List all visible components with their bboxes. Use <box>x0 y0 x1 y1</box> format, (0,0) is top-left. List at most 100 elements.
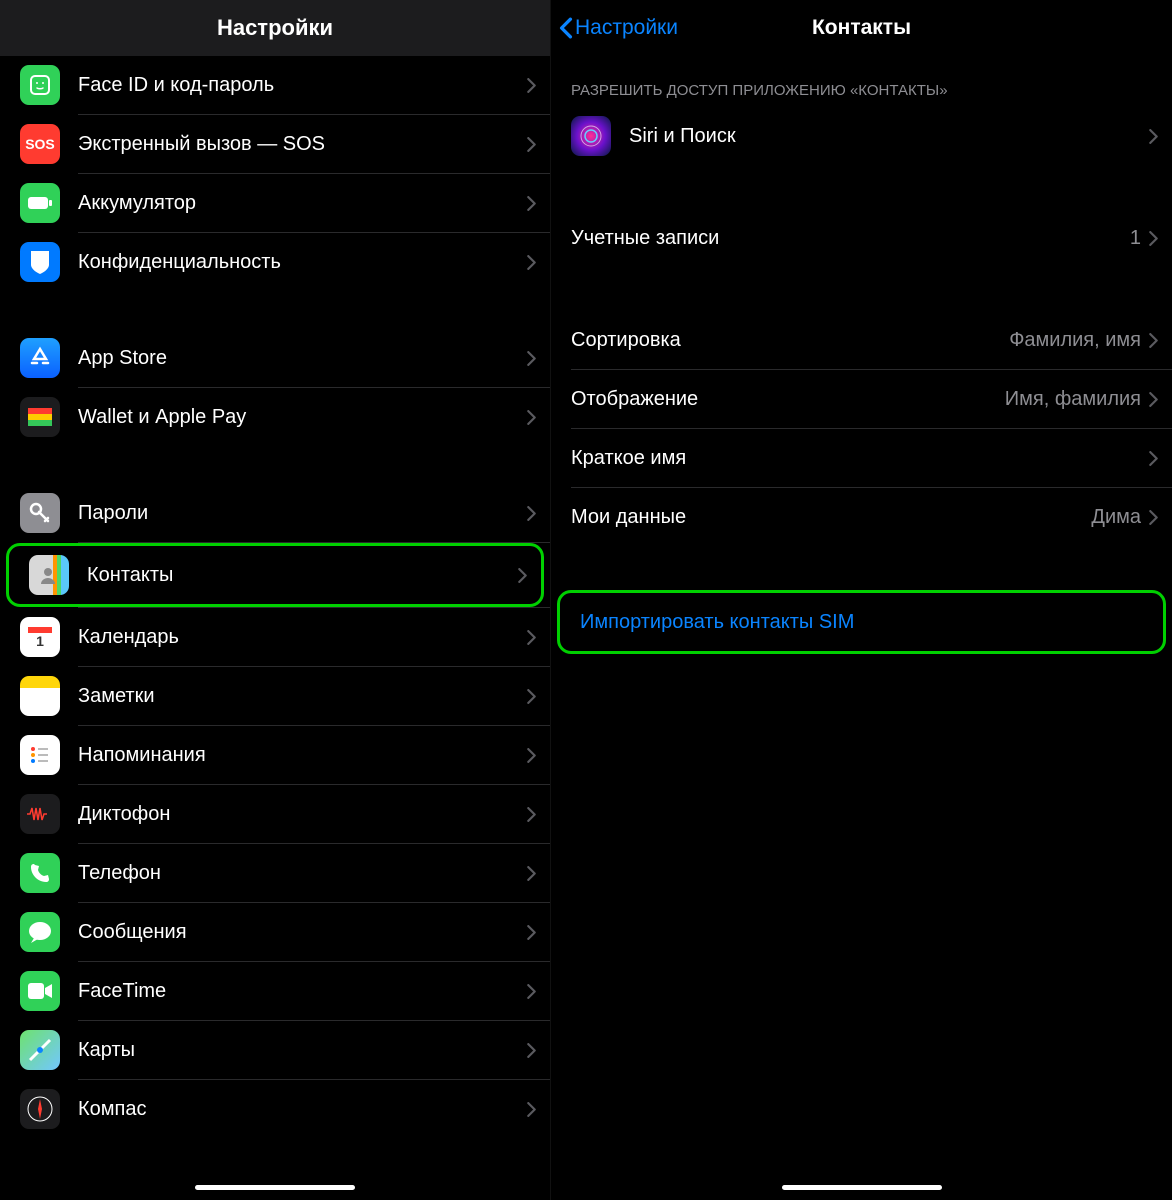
row-label: Напоминания <box>78 744 527 767</box>
chevron-right-icon <box>527 506 536 521</box>
row-label: Карты <box>78 1039 527 1062</box>
passwords-icon <box>20 493 60 533</box>
row-label: Wallet и Apple Pay <box>78 406 527 429</box>
chevron-right-icon <box>1149 333 1158 348</box>
row-label: Siri и Поиск <box>629 125 1149 148</box>
row-phone[interactable]: Телефон <box>0 844 550 902</box>
calendar-icon: 1 <box>20 617 60 657</box>
row-label: Телефон <box>78 862 527 885</box>
row-compass[interactable]: Компас <box>0 1080 550 1138</box>
row-sos[interactable]: SOS Экстренный вызов — SOS <box>0 115 550 173</box>
row-face-id[interactable]: Face ID и код-пароль <box>0 56 550 114</box>
import-sim-label: Импортировать контакты SIM <box>580 611 1149 634</box>
row-value: 1 <box>1130 227 1141 250</box>
group-gap <box>0 291 550 329</box>
row-label: Компас <box>78 1098 527 1121</box>
chevron-right-icon <box>1149 231 1158 246</box>
chevron-right-icon <box>527 807 536 822</box>
row-label: Учетные записи <box>571 227 1130 250</box>
row-label: Конфиденциальность <box>78 251 527 274</box>
row-siri-search[interactable]: Siri и Поиск <box>551 107 1172 165</box>
section-header-allow-access: РАЗРЕШИТЬ ДОСТУП ПРИЛОЖЕНИЮ «КОНТАКТЫ» <box>551 56 1172 107</box>
chevron-right-icon <box>527 1102 536 1117</box>
row-sort[interactable]: Сортировка Фамилия, имя <box>551 311 1172 369</box>
group-gap <box>0 446 550 484</box>
row-privacy[interactable]: Конфиденциальность <box>0 233 550 291</box>
chevron-right-icon <box>527 255 536 270</box>
row-label: Экстренный вызов — SOS <box>78 133 527 156</box>
chevron-right-icon <box>527 78 536 93</box>
highlight-import-sim: Импортировать контакты SIM <box>557 590 1166 654</box>
row-shortname[interactable]: Краткое имя <box>551 429 1172 487</box>
facetime-icon <box>20 971 60 1011</box>
messages-icon <box>20 912 60 952</box>
chevron-right-icon <box>1149 392 1158 407</box>
phone-icon <box>20 853 60 893</box>
row-facetime[interactable]: FaceTime <box>0 962 550 1020</box>
row-value: Фамилия, имя <box>1009 329 1141 352</box>
row-label: Заметки <box>78 685 527 708</box>
row-mydata[interactable]: Мои данные Дима <box>551 488 1172 546</box>
highlight-contacts: Контакты <box>6 543 544 607</box>
chevron-right-icon <box>518 568 527 583</box>
chevron-right-icon <box>1149 129 1158 144</box>
row-label: Мои данные <box>571 506 1091 529</box>
row-label: Отображение <box>571 388 1005 411</box>
row-reminders[interactable]: Напоминания <box>0 726 550 784</box>
row-messages[interactable]: Сообщения <box>0 903 550 961</box>
row-label: Аккумулятор <box>78 192 527 215</box>
chevron-right-icon <box>527 866 536 881</box>
row-label: Пароли <box>78 502 527 525</box>
chevron-right-icon <box>527 1043 536 1058</box>
row-label: FaceTime <box>78 980 527 1003</box>
row-label: Сообщения <box>78 921 527 944</box>
chevron-right-icon <box>527 410 536 425</box>
battery-icon <box>20 183 60 223</box>
row-accounts[interactable]: Учетные записи 1 <box>551 209 1172 267</box>
svg-text:1: 1 <box>36 633 44 649</box>
settings-title-bar: Настройки <box>0 0 550 56</box>
row-import-sim[interactable]: Импортировать контакты SIM <box>560 593 1163 651</box>
chevron-right-icon <box>527 196 536 211</box>
siri-icon <box>571 116 611 156</box>
row-voicememo[interactable]: Диктофон <box>0 785 550 843</box>
settings-title: Настройки <box>217 15 333 41</box>
row-label: Face ID и код-пароль <box>78 74 527 97</box>
chevron-right-icon <box>527 925 536 940</box>
notes-icon <box>20 676 60 716</box>
row-contacts[interactable]: Контакты <box>9 546 541 604</box>
back-button[interactable]: Настройки <box>559 16 678 40</box>
contacts-settings-panel: Настройки Контакты РАЗРЕШИТЬ ДОСТУП ПРИЛ… <box>551 0 1172 1200</box>
compass-icon <box>20 1089 60 1129</box>
row-label: Сортировка <box>571 329 1009 352</box>
row-wallet[interactable]: Wallet и Apple Pay <box>0 388 550 446</box>
chevron-right-icon <box>1149 451 1158 466</box>
row-maps[interactable]: Карты <box>0 1021 550 1079</box>
row-notes[interactable]: Заметки <box>0 667 550 725</box>
group-gap <box>551 267 1172 311</box>
row-label: Контакты <box>87 564 518 587</box>
row-label: Краткое имя <box>571 447 1149 470</box>
row-calendar[interactable]: 1 Календарь <box>0 608 550 666</box>
chevron-right-icon <box>1149 510 1158 525</box>
home-indicator[interactable] <box>195 1185 355 1190</box>
chevron-right-icon <box>527 630 536 645</box>
row-passwords[interactable]: Пароли <box>0 484 550 542</box>
row-appstore[interactable]: App Store <box>0 329 550 387</box>
row-battery[interactable]: Аккумулятор <box>0 174 550 232</box>
home-indicator[interactable] <box>782 1185 942 1190</box>
settings-list: Face ID и код-пароль SOS Экстренный вызо… <box>0 56 550 1138</box>
chevron-right-icon <box>527 689 536 704</box>
row-label: Диктофон <box>78 803 527 826</box>
row-label: Календарь <box>78 626 527 649</box>
face-id-icon <box>20 65 60 105</box>
sos-icon: SOS <box>20 124 60 164</box>
group-gap <box>551 546 1172 590</box>
row-label: App Store <box>78 347 527 370</box>
settings-panel: Настройки Face ID и код-пароль SOS Экстр… <box>0 0 551 1200</box>
row-display[interactable]: Отображение Имя, фамилия <box>551 370 1172 428</box>
appstore-icon <box>20 338 60 378</box>
chevron-right-icon <box>527 984 536 999</box>
voicememo-icon <box>20 794 60 834</box>
privacy-icon <box>20 242 60 282</box>
